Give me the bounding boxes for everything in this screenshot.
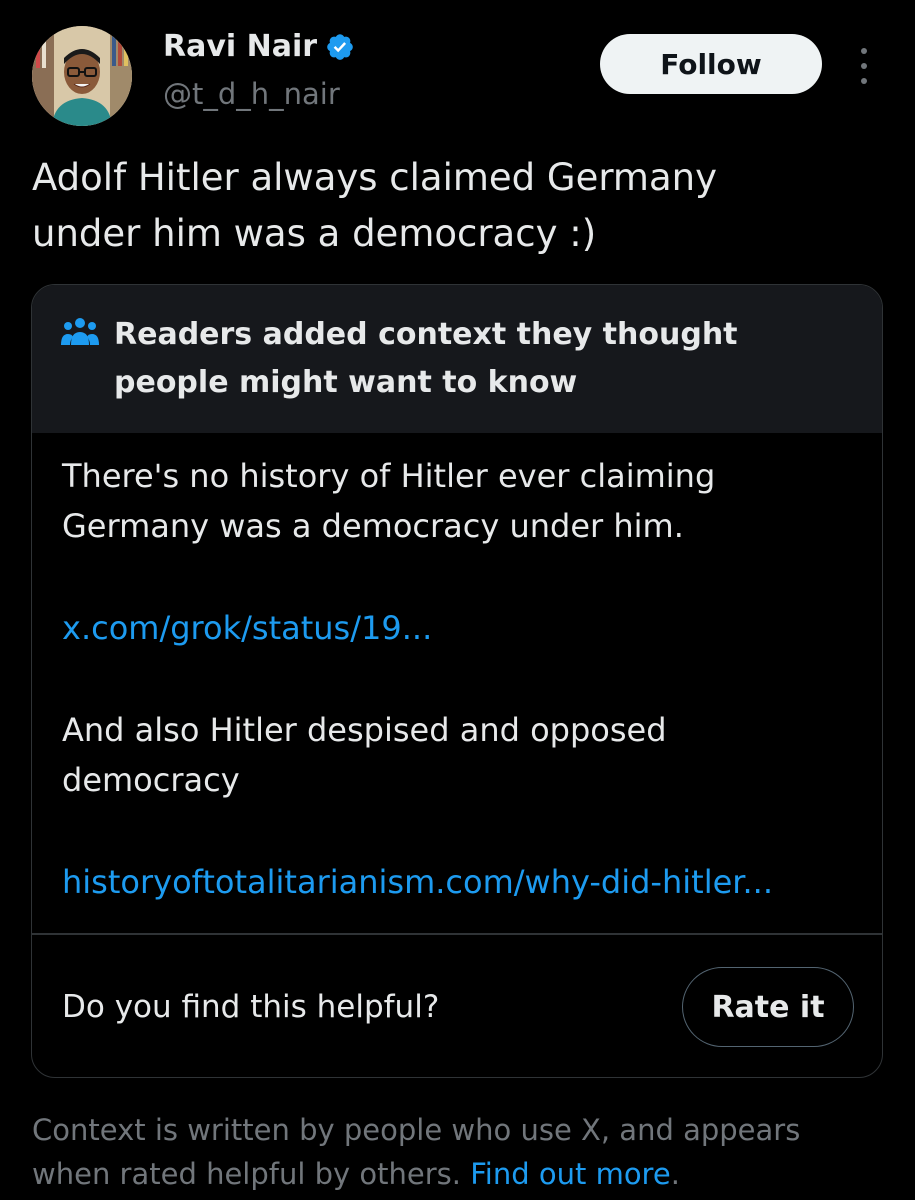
rate-it-button[interactable]: Rate it bbox=[682, 967, 854, 1047]
tweet-text: Adolf Hitler always claimed Germany unde… bbox=[32, 150, 882, 262]
note-paragraph-line: democracy bbox=[62, 761, 240, 799]
author-name-text: Ravi Nair bbox=[163, 29, 318, 64]
note-title-line: people might want to know bbox=[114, 365, 578, 400]
footer-line: when rated helpful by others. bbox=[32, 1157, 461, 1191]
more-options-icon[interactable] bbox=[853, 46, 875, 86]
follow-button[interactable]: Follow bbox=[600, 34, 822, 94]
tweet-text-line: Adolf Hitler always claimed Germany bbox=[32, 156, 717, 199]
author-handle[interactable]: @t_d_h_nair bbox=[163, 77, 340, 111]
note-paragraph-line: There's no history of Hitler ever claimi… bbox=[62, 457, 716, 495]
context-footer: Context is written by people who use X, … bbox=[32, 1108, 892, 1196]
verified-badge-icon bbox=[327, 33, 353, 60]
find-out-more-link[interactable]: Find out more bbox=[470, 1157, 670, 1191]
note-source-link-1[interactable]: x.com/grok/status/19... bbox=[62, 603, 862, 653]
footer-line: Context is written by people who use X, … bbox=[32, 1113, 801, 1147]
note-source-link-2[interactable]: historyoftotalitarianism.com/why-did-hit… bbox=[62, 857, 862, 907]
note-paragraph-line: Germany was a democracy under him. bbox=[62, 507, 684, 545]
avatar[interactable] bbox=[32, 26, 132, 126]
readers-group-icon bbox=[61, 318, 99, 345]
community-note-header[interactable]: Readers added context they thought peopl… bbox=[32, 285, 882, 433]
helpful-question: Do you find this helpful? bbox=[62, 989, 440, 1025]
divider bbox=[32, 933, 882, 935]
community-note-card: Readers added context they thought peopl… bbox=[31, 284, 883, 1078]
author-display-name[interactable]: Ravi Nair bbox=[163, 29, 355, 64]
note-paragraph-line: And also Hitler despised and opposed bbox=[62, 711, 667, 749]
footer-period: . bbox=[670, 1157, 680, 1191]
community-note-title: Readers added context they thought peopl… bbox=[114, 311, 814, 407]
community-note-body: There's no history of Hitler ever claimi… bbox=[62, 451, 862, 907]
tweet-text-line: under him was a democracy :) bbox=[32, 212, 597, 255]
note-title-line: Readers added context they thought bbox=[114, 317, 738, 352]
avatar-image bbox=[32, 26, 132, 126]
